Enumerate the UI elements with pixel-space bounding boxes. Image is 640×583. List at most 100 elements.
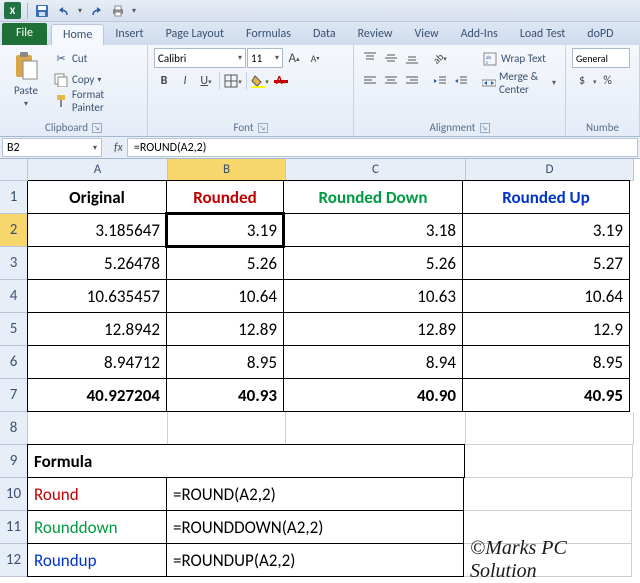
qat-customize-icon[interactable]: ▾	[132, 6, 136, 16]
undo-icon[interactable]	[56, 3, 72, 19]
cell[interactable]: 8.95	[166, 345, 284, 379]
font-name-select[interactable]: Calibri▾	[154, 48, 246, 68]
name-box[interactable]: B2▾	[2, 138, 102, 157]
cell[interactable]: 3.19	[166, 213, 284, 247]
wrap-text-button[interactable]: abcWrap Text	[479, 48, 559, 69]
cell[interactable]: Round	[27, 477, 167, 511]
row-header[interactable]: 11	[0, 511, 28, 544]
align-left-button[interactable]	[360, 71, 380, 91]
align-bottom-button[interactable]	[402, 48, 422, 68]
cell[interactable]: 3.18	[283, 213, 463, 247]
number-format-select[interactable]: General	[572, 48, 630, 68]
row-header[interactable]: 6	[0, 346, 28, 379]
cell[interactable]: Original	[27, 180, 167, 214]
tab-formulas[interactable]: Formulas	[235, 24, 302, 45]
align-right-button[interactable]	[402, 71, 422, 91]
row-header[interactable]: 7	[0, 379, 28, 412]
row-header[interactable]: 9	[0, 445, 28, 478]
currency-button[interactable]: $	[572, 71, 592, 91]
cell[interactable]: 40.95	[462, 378, 630, 412]
cell[interactable]: Rounded Down	[283, 180, 463, 214]
align-middle-button[interactable]	[381, 48, 401, 68]
row-header[interactable]: 10	[0, 478, 28, 511]
col-header-b[interactable]: B	[168, 159, 286, 181]
orientation-button[interactable]: ab▾	[430, 48, 450, 68]
italic-button[interactable]: I	[175, 71, 195, 91]
col-header-d[interactable]: D	[466, 159, 634, 181]
cell[interactable]: 5.26478	[27, 246, 167, 280]
row-header[interactable]: 1	[0, 181, 28, 214]
cell[interactable]: 12.89	[283, 312, 463, 346]
row-header[interactable]: 5	[0, 313, 28, 346]
cell[interactable]: 12.89	[166, 312, 284, 346]
tab-addins[interactable]: Add-Ins	[450, 24, 509, 45]
cell[interactable]: Formula	[27, 444, 465, 478]
clipboard-dialog-launcher-icon[interactable]: ↘	[92, 123, 102, 133]
tab-page-layout[interactable]: Page Layout	[155, 24, 235, 45]
cell[interactable]: 40.90	[283, 378, 463, 412]
bold-button[interactable]: B	[154, 71, 174, 91]
cell[interactable]: 3.19	[462, 213, 630, 247]
tab-review[interactable]: Review	[347, 24, 404, 45]
cell[interactable]: 8.94712	[27, 345, 167, 379]
cell[interactable]: 10.64	[462, 279, 630, 313]
save-icon[interactable]	[34, 3, 50, 19]
cell[interactable]: Rounddown	[27, 510, 167, 544]
paste-dropdown-icon[interactable]: ▾	[24, 99, 28, 109]
align-top-button[interactable]	[360, 48, 380, 68]
cell[interactable]: 8.95	[462, 345, 630, 379]
fx-icon[interactable]: fx	[114, 141, 123, 155]
col-header-a[interactable]: A	[28, 159, 168, 181]
borders-button[interactable]: ▾	[223, 71, 243, 91]
row-header[interactable]: 12	[0, 544, 28, 577]
tab-loadtest[interactable]: Load Test	[509, 24, 576, 45]
cell[interactable]: 40.927204	[27, 378, 167, 412]
cell[interactable]	[465, 445, 633, 478]
tab-dopdf[interactable]: doPD	[576, 24, 624, 45]
percent-button[interactable]: %	[598, 71, 618, 91]
cell[interactable]	[286, 412, 466, 445]
cell[interactable]: 40.93	[166, 378, 284, 412]
select-all-corner[interactable]	[0, 159, 28, 181]
tab-view[interactable]: View	[404, 24, 450, 45]
cell[interactable]: 12.9	[462, 312, 630, 346]
row-header[interactable]: 8	[0, 412, 28, 445]
cell[interactable]	[464, 478, 632, 511]
row-header[interactable]: 4	[0, 280, 28, 313]
cell[interactable]: 5.27	[462, 246, 630, 280]
col-header-c[interactable]: C	[286, 159, 466, 181]
cell[interactable]	[168, 412, 286, 445]
font-dialog-launcher-icon[interactable]: ↘	[258, 123, 268, 133]
merge-center-button[interactable]: Merge & Center▾	[479, 72, 559, 93]
row-header[interactable]: 3	[0, 247, 28, 280]
cell[interactable]: 10.635457	[27, 279, 167, 313]
format-painter-button[interactable]: Format Painter	[50, 90, 141, 111]
tab-home[interactable]: Home	[51, 24, 104, 45]
alignment-dialog-launcher-icon[interactable]: ↘	[480, 123, 490, 133]
cell[interactable]: Roundup	[27, 543, 167, 577]
increase-indent-button[interactable]	[451, 71, 471, 91]
grow-font-button[interactable]: A▴	[284, 48, 304, 68]
cell[interactable]: 12.8942	[27, 312, 167, 346]
shrink-font-button[interactable]: A▾	[305, 48, 325, 68]
cell[interactable]	[28, 412, 168, 445]
cell[interactable]: =ROUNDDOWN(A2,2)	[166, 510, 464, 544]
file-tab[interactable]: File	[2, 23, 47, 45]
cell[interactable]: 5.26	[283, 246, 463, 280]
cell[interactable]	[466, 412, 634, 445]
font-size-select[interactable]: 11▾	[247, 48, 283, 68]
cell[interactable]: =ROUNDUP(A2,2)	[166, 543, 464, 577]
cell[interactable]: 10.63	[283, 279, 463, 313]
tab-insert[interactable]: Insert	[104, 24, 154, 45]
font-color-button[interactable]: A▾	[271, 71, 291, 91]
cell[interactable]: 3.185647	[27, 213, 167, 247]
print-icon[interactable]	[110, 3, 126, 19]
row-header[interactable]: 2	[0, 214, 28, 247]
undo-dropdown-icon[interactable]: ▾	[78, 6, 82, 16]
cell[interactable]: Rounded Up	[462, 180, 630, 214]
redo-icon[interactable]	[88, 3, 104, 19]
cell[interactable]: Rounded	[166, 180, 284, 214]
cell[interactable]: 5.26	[166, 246, 284, 280]
underline-button[interactable]: U▾	[196, 71, 216, 91]
align-center-button[interactable]	[381, 71, 401, 91]
